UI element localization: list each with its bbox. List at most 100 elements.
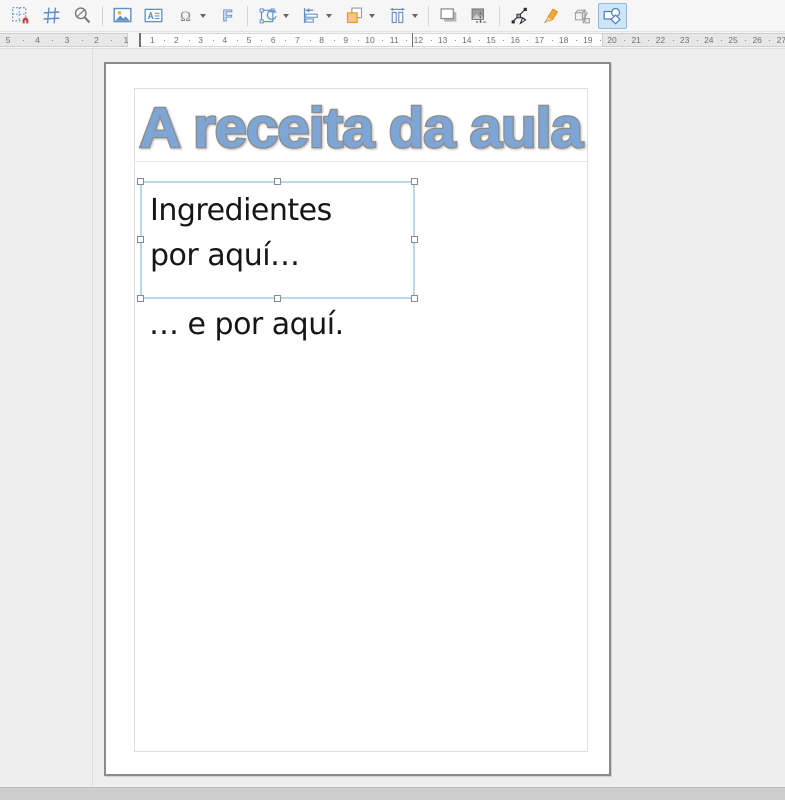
arrange-icon xyxy=(346,7,363,24)
toggle-extrusion-button[interactable] xyxy=(567,3,596,29)
shadow-button[interactable] xyxy=(434,3,463,29)
ruler-tick xyxy=(285,40,287,41)
ruler-tick xyxy=(478,40,480,41)
crop-image-button[interactable] xyxy=(465,3,494,29)
ruler-tick xyxy=(81,40,83,41)
ruler-tick xyxy=(575,40,577,41)
insert-text-box-button[interactable] xyxy=(139,3,168,29)
ruler-tick xyxy=(648,40,650,41)
ruler-number: 17 xyxy=(534,35,545,45)
arrange-button[interactable] xyxy=(339,3,380,29)
resize-handle-se[interactable] xyxy=(411,295,418,302)
ruler-tick xyxy=(111,40,113,41)
ruler-tick xyxy=(22,40,24,41)
clone-formatting-icon xyxy=(543,8,559,23)
ruler-number: 9 xyxy=(343,35,349,45)
ruler-number: 27 xyxy=(776,35,785,45)
zoom-button[interactable] xyxy=(68,3,97,29)
ruler-tick xyxy=(430,40,432,41)
canvas-edge-line xyxy=(92,49,93,787)
caption-text[interactable]: … e por aquí. xyxy=(149,307,344,342)
rotate-button[interactable] xyxy=(253,3,294,29)
ruler-number: 10 xyxy=(365,35,375,45)
ruler-tick xyxy=(261,40,263,41)
special-character-button[interactable]: Ω xyxy=(170,3,211,29)
special-character-icon: Ω xyxy=(180,9,191,25)
horizontal-ruler[interactable]: 5 4 3 2 1 1 2 3 4 5 6 7 8 9 10 11 12 13 14 15 16 17 18 19 20 21 22… xyxy=(0,32,785,49)
ruler-tick xyxy=(527,40,529,41)
ruler-tick xyxy=(309,40,311,41)
drawing-toolbar: Ω F xyxy=(0,0,785,32)
insert-image-button[interactable] xyxy=(108,3,137,29)
svg-text:F: F xyxy=(223,8,233,25)
dropdown-arrow-icon[interactable] xyxy=(412,13,418,18)
display-grid-icon xyxy=(43,7,60,24)
dropdown-arrow-icon[interactable] xyxy=(326,13,332,18)
display-grid-button[interactable] xyxy=(37,3,66,29)
bottom-scrollbar-strip[interactable] xyxy=(0,787,785,800)
ruler-tick xyxy=(382,40,384,41)
dropdown-arrow-icon[interactable] xyxy=(369,13,375,18)
resize-handle-w[interactable] xyxy=(137,236,144,243)
snap-to-grid-button[interactable] xyxy=(6,3,35,29)
resize-handle-s[interactable] xyxy=(273,295,281,302)
ruler-number: 26 xyxy=(752,35,762,45)
ruler-tick xyxy=(236,40,238,41)
distribute-button[interactable] xyxy=(382,3,423,29)
ruler-tick xyxy=(503,40,505,41)
resize-handle-nw[interactable] xyxy=(137,178,144,185)
crop-image-icon xyxy=(471,8,488,23)
resize-handle-e[interactable] xyxy=(411,236,418,243)
text-box-line[interactable]: Ingredientes xyxy=(150,188,413,233)
ruler-tick xyxy=(52,40,54,41)
ruler-tick xyxy=(599,40,601,41)
title-fontwork[interactable]: A receita da aula xyxy=(137,90,597,164)
align-objects-icon xyxy=(303,8,318,23)
clone-formatting-button[interactable] xyxy=(536,3,565,29)
distribute-icon xyxy=(390,7,405,24)
edit-points-button[interactable] xyxy=(505,3,534,29)
toolbar-separator xyxy=(102,5,103,26)
ruler-number: 24 xyxy=(704,35,714,45)
ruler-number: 2 xyxy=(174,35,179,45)
resize-handle-sw[interactable] xyxy=(137,295,144,302)
ruler-number: 6 xyxy=(270,35,276,45)
ruler-tick xyxy=(140,40,142,41)
page-title: A receita da aula xyxy=(139,96,584,160)
ruler-number: 14 xyxy=(462,35,472,45)
ruler-tick xyxy=(551,40,553,41)
dropdown-arrow-icon[interactable] xyxy=(283,13,289,18)
dropdown-arrow-icon[interactable] xyxy=(200,13,206,18)
ruler-number: 4 xyxy=(35,35,40,45)
toggle-extrusion-icon xyxy=(574,9,590,24)
ruler-number: 19 xyxy=(583,35,593,45)
ruler-number: 22 xyxy=(655,35,666,45)
ruler-tick xyxy=(333,40,335,41)
insert-image-icon xyxy=(113,7,132,23)
ruler-tick xyxy=(624,40,626,41)
resize-handle-ne[interactable] xyxy=(411,178,418,185)
ruler-tick xyxy=(212,40,214,41)
ruler-tick xyxy=(672,40,674,41)
zoom-icon xyxy=(74,7,91,24)
resize-handle-n[interactable] xyxy=(273,178,281,185)
edit-points-icon xyxy=(511,7,527,25)
ruler-number: 4 xyxy=(222,35,228,45)
ruler-tick xyxy=(720,40,722,41)
fontwork-button[interactable]: F xyxy=(213,3,242,29)
ruler-tick xyxy=(769,40,771,41)
ruler-number: 1 xyxy=(123,35,129,45)
ruler-tick xyxy=(696,40,698,41)
ruler-tick xyxy=(164,40,166,41)
selected-text-box[interactable]: Ingredientes por aquí… xyxy=(137,178,418,302)
ruler-number: 5 xyxy=(5,35,11,45)
toolbar-separator xyxy=(247,5,248,26)
ruler-tick xyxy=(406,40,408,41)
align-objects-button[interactable] xyxy=(296,3,337,29)
show-draw-functions-button[interactable] xyxy=(598,2,627,29)
ruler-number: 8 xyxy=(319,35,324,45)
text-box-line[interactable]: por aquí… xyxy=(150,233,413,278)
ruler-number: 3 xyxy=(198,35,203,45)
ruler-number: 15 xyxy=(486,35,496,45)
ruler-number: 12 xyxy=(413,35,424,45)
